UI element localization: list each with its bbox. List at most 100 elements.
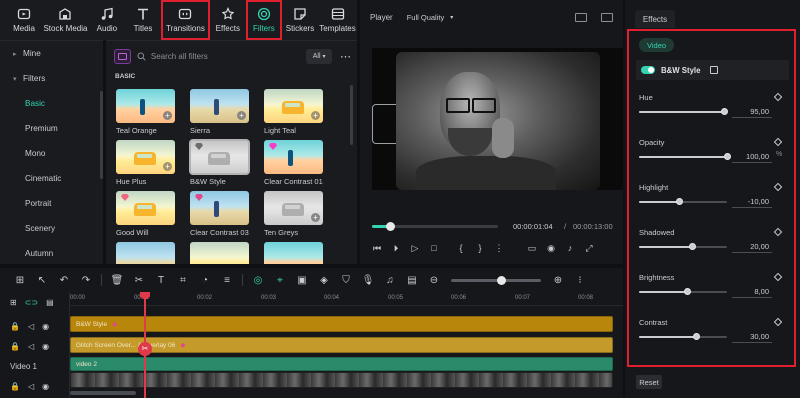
copy-icon[interactable]: [710, 66, 719, 74]
video-tab[interactable]: Video: [639, 38, 675, 52]
zoom-in-icon[interactable]: ⊕: [547, 272, 569, 288]
filter-thumbnail[interactable]: [189, 139, 250, 175]
filter-thumbnail[interactable]: [190, 242, 249, 264]
filter-thumbnail[interactable]: +: [116, 140, 175, 174]
param-slider[interactable]: [639, 153, 731, 160]
slider-knob[interactable]: [683, 288, 691, 295]
keyframe-icon[interactable]: [773, 137, 783, 147]
tool-audio[interactable]: Audio: [89, 0, 125, 40]
filter-card[interactable]: [264, 242, 323, 264]
param-value[interactable]: 95,00: [732, 105, 772, 118]
reset-button[interactable]: Reset: [636, 375, 662, 389]
more-options-icon[interactable]: ⋯: [340, 50, 352, 63]
mark-in-icon[interactable]: {: [456, 243, 466, 253]
link-icon[interactable]: ⊂⊃: [25, 298, 38, 307]
tool-templates[interactable]: Templates: [318, 0, 357, 40]
filter-thumbnail[interactable]: +: [264, 191, 323, 225]
keyframe-icon[interactable]: [773, 182, 783, 192]
display-icon[interactable]: ▭: [527, 243, 537, 254]
param-value[interactable]: 8,00: [732, 285, 772, 298]
filter-thumbnail[interactable]: +: [116, 89, 175, 123]
filter-card[interactable]: B&W Style: [189, 139, 250, 186]
slider-knob[interactable]: [721, 108, 729, 115]
time-ruler[interactable]: 00:00 00:01 00:02 00:03 00:04 00:05 00:0…: [70, 292, 623, 306]
tool-media[interactable]: Media: [6, 0, 42, 40]
param-slider[interactable]: [639, 108, 729, 115]
favorites-button[interactable]: [114, 48, 131, 64]
track-manage-icon[interactable]: ▤: [46, 298, 54, 307]
slider-knob[interactable]: [693, 333, 701, 340]
filter-card[interactable]: [190, 242, 249, 264]
add-track-icon[interactable]: ⊞: [10, 298, 17, 307]
nav-cinematic[interactable]: Cinematic: [0, 166, 103, 191]
nav-mine[interactable]: ▸ Mine: [0, 41, 103, 66]
param-slider[interactable]: [639, 333, 727, 340]
split-marker-icon[interactable]: ✂: [138, 342, 152, 356]
lock-icon[interactable]: 🔒: [10, 322, 20, 331]
param-value[interactable]: 30,00: [732, 330, 772, 343]
shield-icon[interactable]: ⛉: [335, 272, 357, 288]
filter-card[interactable]: Good Will: [116, 191, 175, 237]
snap-icon[interactable]: ⌖: [269, 272, 291, 288]
text-tool-icon[interactable]: T: [150, 272, 172, 288]
playback-progress[interactable]: [372, 222, 498, 231]
keyframe-icon[interactable]: [773, 272, 783, 282]
slider-knob[interactable]: [675, 198, 683, 205]
nav-filters[interactable]: ▾ Filters: [0, 66, 103, 91]
snapshot-image-icon[interactable]: [601, 12, 613, 22]
lock-icon[interactable]: 🔒: [10, 382, 20, 391]
quality-dropdown[interactable]: Full Quality ▾: [407, 13, 454, 22]
more-icon[interactable]: ⋮: [494, 243, 504, 254]
add-icon[interactable]: +: [163, 111, 172, 120]
clip-bw-style[interactable]: B&W Style ◆: [70, 316, 613, 332]
grid-icon[interactable]: ⁝: [569, 272, 591, 288]
timeline-scrollbar[interactable]: [70, 391, 136, 395]
nav-scenery[interactable]: Scenery: [0, 216, 103, 241]
add-icon[interactable]: +: [311, 213, 320, 222]
eye-icon[interactable]: ◉: [42, 382, 49, 391]
keyframe-icon[interactable]: [773, 92, 783, 102]
effect-toggle[interactable]: [641, 66, 655, 74]
select-tool-icon[interactable]: ↖: [31, 272, 53, 288]
param-slider[interactable]: [639, 243, 727, 250]
filter-card[interactable]: + Sierra: [190, 89, 249, 135]
filters-scrollbar[interactable]: [350, 85, 353, 145]
mute-icon[interactable]: ◁: [28, 382, 34, 391]
param-value[interactable]: -10,00: [732, 195, 772, 208]
adjust-icon[interactable]: ≡: [216, 272, 238, 288]
video-preview[interactable]: [372, 48, 623, 190]
filter-card[interactable]: + Teal Orange: [116, 89, 175, 135]
filter-thumbnail[interactable]: [190, 191, 249, 225]
render-icon[interactable]: ▣: [291, 272, 313, 288]
filter-thumbnail[interactable]: +: [264, 89, 323, 123]
param-slider[interactable]: [639, 288, 727, 295]
add-icon[interactable]: +: [163, 162, 172, 171]
delete-icon[interactable]: 🗑: [106, 272, 128, 288]
tool-titles[interactable]: Titles: [125, 0, 161, 40]
search-input[interactable]: [150, 51, 271, 61]
split-icon[interactable]: ✂: [128, 272, 150, 288]
mute-icon[interactable]: ◁: [28, 322, 34, 331]
nav-premium[interactable]: Premium: [0, 116, 103, 141]
filter-search[interactable]: [137, 47, 300, 65]
layout-icon[interactable]: ⊞: [9, 272, 31, 288]
redo-icon[interactable]: ↷: [75, 272, 97, 288]
speed-icon[interactable]: ◔: [194, 272, 216, 288]
play-icon[interactable]: ▷: [410, 243, 420, 254]
clip-video-frames[interactable]: [70, 372, 613, 388]
param-slider[interactable]: [639, 198, 727, 205]
tool-stock-media[interactable]: Stock Media: [42, 0, 89, 40]
nav-mono[interactable]: Mono: [0, 141, 103, 166]
param-value[interactable]: 100,00: [732, 150, 772, 163]
fullscreen-icon[interactable]: ⤢: [584, 243, 594, 254]
keyframe-icon[interactable]: [773, 317, 783, 327]
nav-portrait[interactable]: Portrait: [0, 191, 103, 216]
mic-icon[interactable]: 🎙: [357, 272, 379, 288]
filter-thumbnail[interactable]: [116, 242, 175, 264]
progress-knob[interactable]: [385, 222, 395, 231]
zoom-slider[interactable]: [451, 275, 541, 285]
grid-view-icon[interactable]: [575, 12, 587, 22]
eye-icon[interactable]: ◉: [42, 322, 49, 331]
filter-card[interactable]: + Hue Plus: [116, 140, 175, 186]
param-value[interactable]: 20,00: [732, 240, 772, 253]
